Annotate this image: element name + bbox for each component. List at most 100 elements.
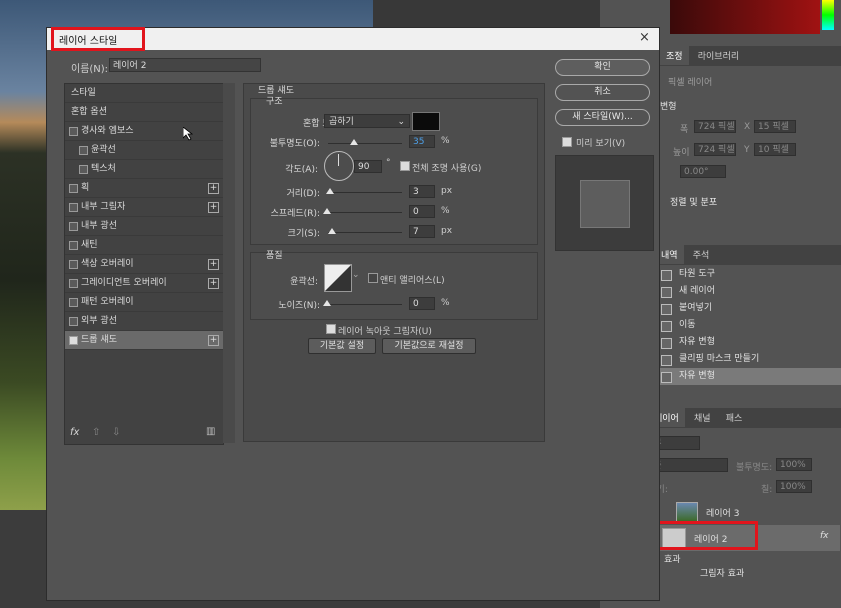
style-item-contour[interactable]: 윤곽선 [65,141,223,160]
style-item-texture[interactable]: 텍스처 [65,160,223,179]
hue-slider[interactable] [822,0,834,30]
angle-dial-needle [338,154,339,166]
tab-libraries[interactable]: 라이브러리 [692,46,745,65]
spread-slider-knob[interactable] [323,208,331,214]
reset-default-button[interactable]: 기본값으로 재설정 [382,338,476,354]
outer-glow-checkbox[interactable] [69,317,78,326]
ok-button[interactable]: 확인 [555,59,650,76]
antialias-label: 앤티 앨리어스(L) [380,276,445,286]
history-item[interactable]: 이동 [655,317,841,334]
size-label: 크기(S): [287,229,320,239]
history-item[interactable]: 자유 변형 [655,334,841,351]
knockout-checkbox[interactable] [326,324,336,334]
chevron-down-icon[interactable]: ⌄ [352,270,360,280]
style-item-inner-shadow[interactable]: 내부 그림자 + [65,198,223,217]
x-field[interactable]: 15 픽셀 [754,120,796,133]
styles-list-footer: fx ⇧ ⇩ ▥ [64,424,222,443]
preview-checkbox[interactable] [562,137,572,147]
add-drop-shadow-icon[interactable]: + [208,335,219,346]
blend-mode-dropdown[interactable]: 곱하기 ⌄ [324,114,410,128]
history-item[interactable]: 타원 도구 [655,266,841,283]
cancel-button[interactable]: 취소 [555,84,650,101]
history-item[interactable]: 새 레이어 [655,283,841,300]
structure-title: 구조 [266,97,283,107]
stroke-checkbox[interactable] [69,184,78,193]
tab-channels[interactable]: 채널 [688,408,717,427]
opacity-field[interactable]: 35 [409,135,435,148]
tab-paths[interactable]: 패스 [720,408,749,427]
style-item-outer-glow[interactable]: 외부 광선 [65,312,223,331]
add-gradient-overlay-icon[interactable]: + [208,278,219,289]
satin-checkbox[interactable] [69,241,78,250]
size-field[interactable]: 7 [409,225,435,238]
spread-slider-track[interactable] [328,212,402,213]
history-item[interactable]: 붙여넣기 [655,300,841,317]
opacity-slider-track[interactable] [328,143,402,144]
trash-icon[interactable]: ▥ [206,426,215,437]
shadow-color-swatch[interactable] [412,112,440,131]
knockout-label: 레이어 녹아웃 그림자(U) [338,327,432,337]
angle-dial[interactable] [324,151,354,181]
width-field[interactable]: 724 픽셀 [694,120,736,133]
pattern-overlay-checkbox[interactable] [69,298,78,307]
history-item-selected[interactable]: 자유 변형 [655,368,841,385]
make-default-button[interactable]: 기본값 설정 [308,338,376,354]
style-item-drop-shadow[interactable]: 드롭 섀도 + [65,331,223,350]
color-overlay-checkbox[interactable] [69,260,78,269]
layer-name-input[interactable]: 레이어 2 [109,58,261,72]
texture-checkbox[interactable] [79,165,88,174]
distance-slider-knob[interactable] [326,188,334,194]
distance-slider-track[interactable] [328,192,402,193]
inner-shadow-checkbox[interactable] [69,203,78,212]
style-item-styles[interactable]: 스타일 [65,84,223,103]
color-picker-field[interactable] [670,0,820,34]
x-label: X [744,122,751,132]
spread-unit: % [441,206,450,216]
size-slider-knob[interactable] [328,228,336,234]
styles-list-scrollbar[interactable] [223,83,235,443]
add-color-overlay-icon[interactable]: + [208,259,219,270]
height-field[interactable]: 724 픽셀 [694,143,736,156]
gradient-overlay-checkbox[interactable] [69,279,78,288]
drop-shadow-effect-item[interactable]: 그림자 효과 [700,566,744,579]
add-stroke-icon[interactable]: + [208,183,219,194]
global-light-checkbox[interactable] [400,161,410,171]
drop-shadow-checkbox[interactable] [69,336,78,345]
inner-glow-checkbox[interactable] [69,222,78,231]
tab-adjustments[interactable]: 조정 [660,46,689,65]
history-item[interactable]: 클리핑 마스크 만들기 [655,351,841,368]
size-slider-track[interactable] [328,232,402,233]
move-up-icon[interactable]: ⇧ [92,427,100,438]
style-item-blending-options[interactable]: 혼합 옵션 [65,103,223,122]
bevel-checkbox[interactable] [69,127,78,136]
style-item-gradient-overlay[interactable]: 그레이디언트 오버레이 + [65,274,223,293]
noise-field[interactable]: 0 [409,297,435,310]
contour-checkbox[interactable] [79,146,88,155]
layer-opacity-field[interactable]: 100% [776,458,812,471]
y-field[interactable]: 10 픽셀 [754,143,796,156]
opacity-slider-knob[interactable] [350,139,358,145]
close-icon[interactable]: × [639,30,650,45]
style-item-bevel-emboss[interactable]: 경사와 엠보스 [65,122,223,141]
add-inner-shadow-icon[interactable]: + [208,202,219,213]
noise-slider-track[interactable] [328,304,402,305]
move-down-icon[interactable]: ⇩ [112,427,120,438]
angle-field[interactable]: 0.00° [680,165,726,178]
style-item-color-overlay[interactable]: 색상 오버레이 + [65,255,223,274]
spread-field[interactable]: 0 [409,205,435,218]
fx-menu-icon[interactable]: fx [70,427,79,438]
contour-picker[interactable] [324,264,352,292]
antialias-checkbox[interactable] [368,273,378,283]
opacity-label: 불투명도(O): [269,139,320,149]
style-item-stroke[interactable]: 획 + [65,179,223,198]
style-item-inner-glow[interactable]: 내부 광선 [65,217,223,236]
tab-notes[interactable]: 주석 [687,245,716,264]
layer-fill-field[interactable]: 100% [776,480,812,493]
noise-slider-knob[interactable] [323,300,331,306]
new-style-button[interactable]: 새 스타일(W)... [555,109,650,126]
style-item-pattern-overlay[interactable]: 패턴 오버레이 [65,293,223,312]
style-item-satin[interactable]: 새틴 [65,236,223,255]
angle-field[interactable]: 90 [354,160,382,173]
fx-indicator[interactable]: fx [820,531,829,541]
distance-field[interactable]: 3 [409,185,435,198]
